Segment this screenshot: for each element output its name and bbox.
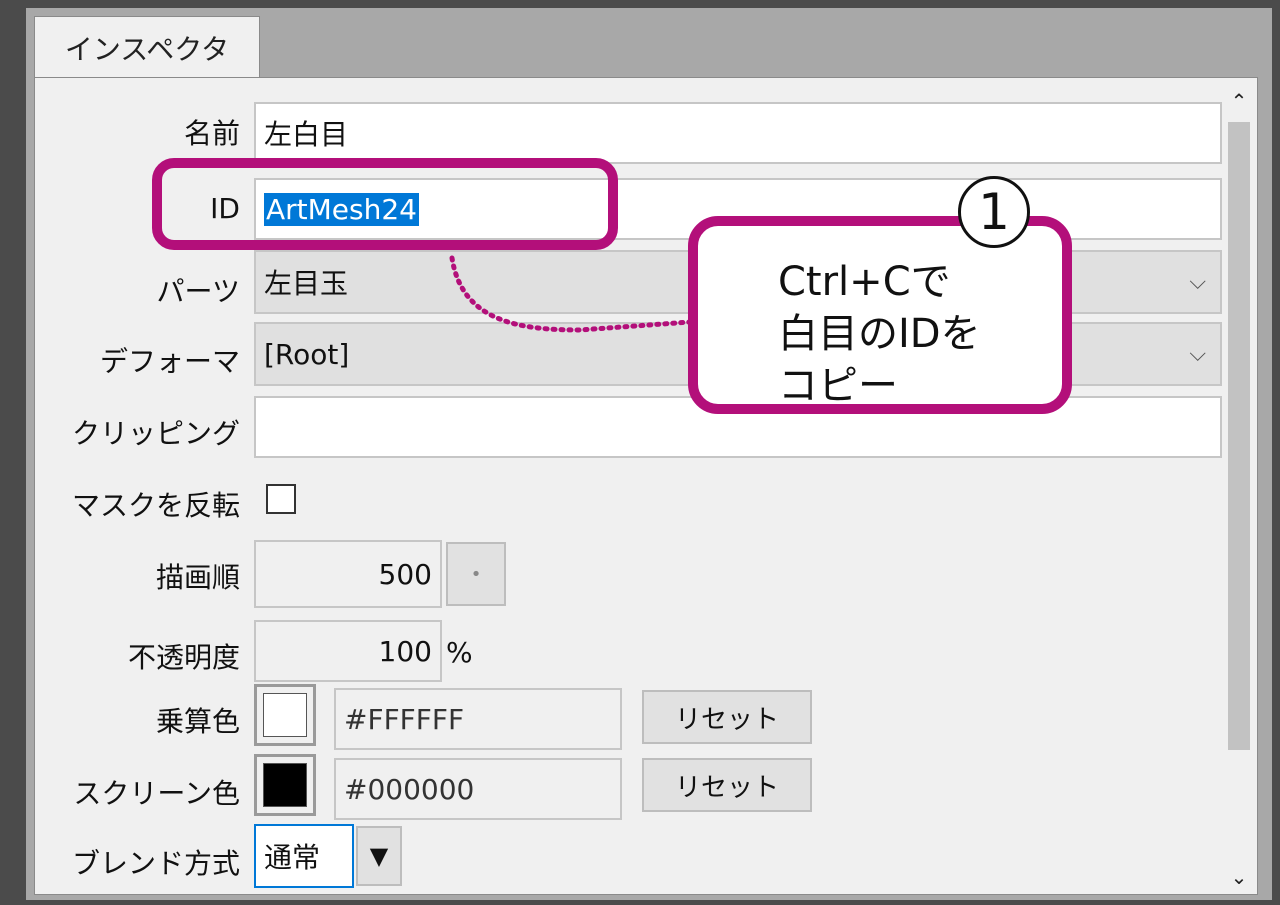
chevron-down-icon: ⌵ xyxy=(1189,269,1206,295)
scroll-down-icon[interactable]: ⌄ xyxy=(1224,862,1254,892)
draw-order-label: 描画順 xyxy=(155,561,240,594)
invert-mask-label: マスクを反転 xyxy=(71,489,240,522)
annotation-line-2: 白目のIDを xyxy=(778,311,981,357)
opacity-field[interactable]: 100 xyxy=(254,620,442,682)
scroll-thumb[interactable] xyxy=(1228,122,1250,750)
name-field[interactable]: 左白目 xyxy=(254,102,1222,164)
screen-color-label: スクリーン色 xyxy=(73,777,240,810)
multiply-color-hex: #FFFFFF xyxy=(344,702,465,736)
blend-mode-value: 通常 xyxy=(264,841,321,874)
deformer-label: デフォーマ xyxy=(99,345,240,378)
name-value: 左白目 xyxy=(264,118,349,151)
screen-color-hex-field[interactable]: #000000 xyxy=(334,758,622,820)
chevron-down-icon: ⌵ xyxy=(1189,341,1206,367)
screen-color-reset-button[interactable]: リセット xyxy=(642,758,812,812)
blend-mode-dropdown-arrow[interactable]: ▼ xyxy=(356,826,402,886)
blend-mode-label: ブレンド方式 xyxy=(71,847,240,880)
annotation-line-1: Ctrl+Cで xyxy=(778,259,951,305)
clipping-label: クリッピング xyxy=(71,417,240,450)
opacity-value: 100 xyxy=(378,634,432,668)
draw-order-button[interactable]: • xyxy=(446,542,506,606)
step-number-badge: 1 xyxy=(958,176,1030,248)
annotation-line-3: コピー xyxy=(778,363,898,409)
screen-color-hex: #000000 xyxy=(344,772,475,806)
opacity-label: 不透明度 xyxy=(127,641,240,674)
multiply-color-fill xyxy=(263,693,307,737)
annotation-text: Ctrl+Cで 白目のIDを コピー xyxy=(778,256,981,412)
annotation-connector xyxy=(449,255,693,333)
parts-value: 左目玉 xyxy=(264,267,349,300)
screen-color-swatch[interactable] xyxy=(254,754,316,816)
multiply-color-label: 乗算色 xyxy=(155,705,240,738)
vertical-scrollbar[interactable]: ⌃ ⌄ xyxy=(1224,86,1254,892)
multiply-color-hex-field[interactable]: #FFFFFF xyxy=(334,688,622,750)
invert-mask-checkbox[interactable] xyxy=(266,484,296,514)
opacity-unit: % xyxy=(446,636,473,669)
parts-label: パーツ xyxy=(156,275,240,308)
annotation-callout: Ctrl+Cで 白目のIDを コピー xyxy=(688,216,1072,414)
draw-order-field[interactable]: 500 xyxy=(254,540,442,608)
draw-order-value: 500 xyxy=(378,557,432,591)
screen-color-fill xyxy=(263,763,307,807)
id-highlight-frame xyxy=(152,158,618,250)
scroll-up-icon[interactable]: ⌃ xyxy=(1224,86,1254,116)
tab-inspector[interactable]: インスペクタ xyxy=(34,16,260,78)
multiply-color-swatch[interactable] xyxy=(254,684,316,746)
multiply-color-reset-button[interactable]: リセット xyxy=(642,690,812,744)
name-label: 名前 xyxy=(183,117,240,150)
blend-mode-dropdown[interactable]: 通常 xyxy=(254,824,354,888)
deformer-value: [Root] xyxy=(264,337,350,371)
